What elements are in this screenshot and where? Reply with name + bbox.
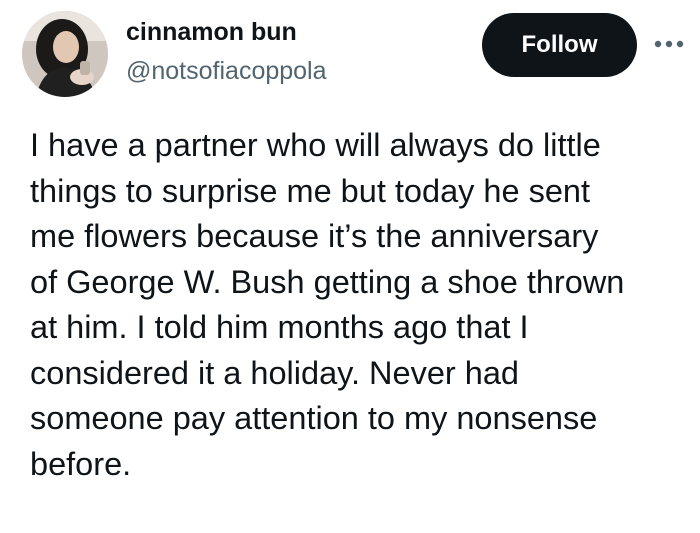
more-horizontal-icon bbox=[654, 40, 684, 48]
display-name[interactable]: cinnamon bun bbox=[126, 16, 297, 48]
tweet-text-line: at him. I told him months ago that I bbox=[30, 309, 529, 345]
tweet-text-line: I have a partner who will always do litt… bbox=[30, 127, 601, 163]
tweet-text-line: me flowers because it’s the anniversary bbox=[30, 218, 599, 254]
follow-button[interactable]: Follow bbox=[482, 13, 637, 77]
tweet-text: I have a partner who will always do litt… bbox=[30, 123, 690, 487]
more-options-button[interactable] bbox=[648, 30, 690, 58]
tweet-text-line: someone pay attention to my nonsense bbox=[30, 400, 598, 436]
tweet-text-line: considered it a holiday. Never had bbox=[30, 354, 519, 391]
user-handle[interactable]: @notsofiacoppola bbox=[126, 55, 327, 87]
avatar-image bbox=[22, 11, 108, 97]
tweet-card: cinnamon bun @notsofiacoppola Follow I h… bbox=[0, 0, 700, 533]
tweet-text-line: of George W. Bush getting a shoe thrown bbox=[30, 263, 625, 300]
tweet-text-line: things to surprise me but today he sent bbox=[30, 172, 591, 209]
avatar[interactable] bbox=[22, 11, 108, 97]
tweet-text-line: before. bbox=[30, 445, 132, 482]
